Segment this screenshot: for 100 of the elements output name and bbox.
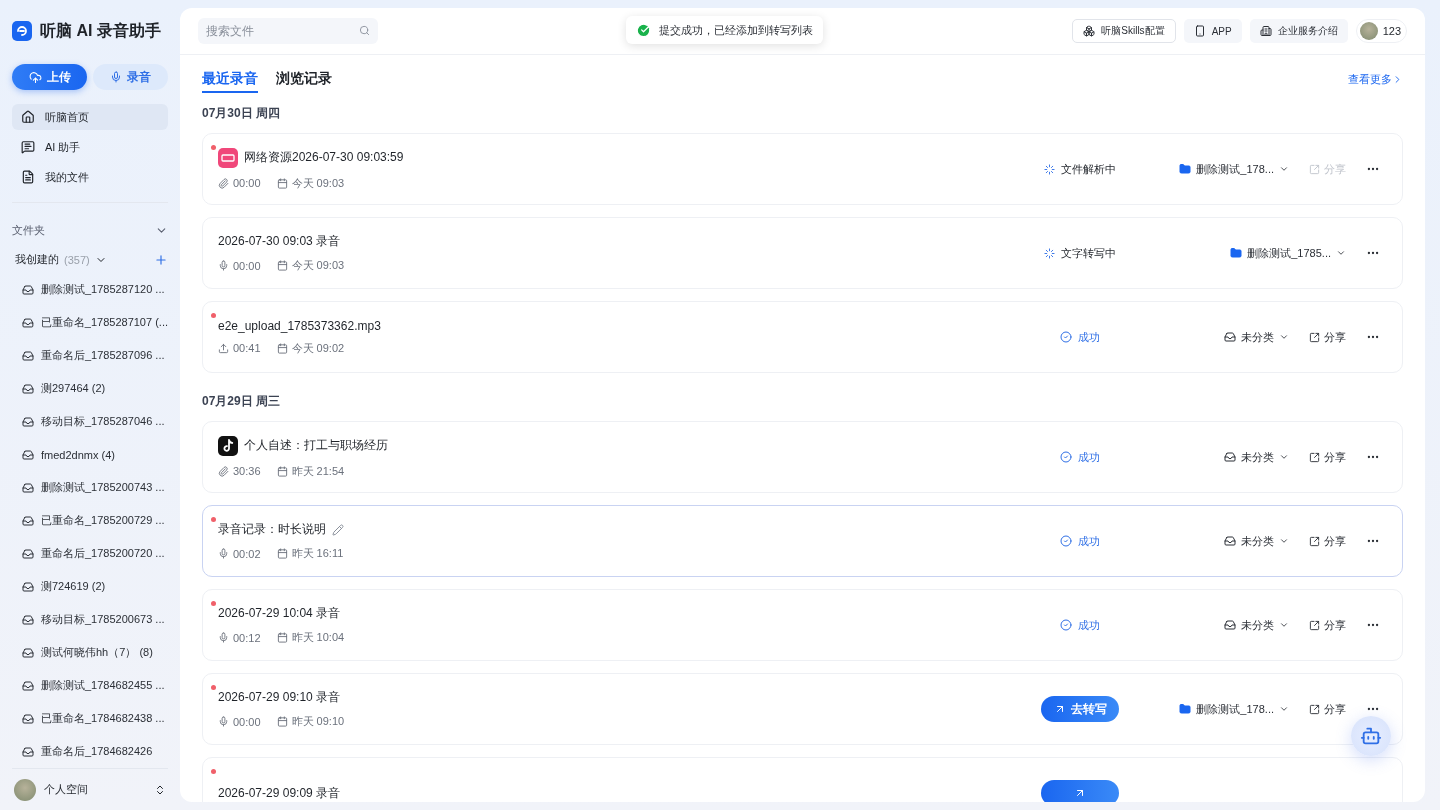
search-icon xyxy=(359,25,370,36)
header-button[interactable]: APP xyxy=(1183,19,1242,43)
folder-item[interactable]: 测试何晓伟hh（7） (8) xyxy=(12,636,168,669)
chevron-down-icon xyxy=(1279,164,1289,174)
nav-item[interactable]: 听脑首页 xyxy=(12,104,168,130)
share-button[interactable]: 分享 xyxy=(1309,533,1346,549)
folder-item[interactable]: 重命名后_1784682426 xyxy=(12,735,168,768)
status-text: 成功 xyxy=(1060,533,1100,549)
folder-select[interactable]: 删除测试_1785... xyxy=(1230,245,1346,261)
recording-card[interactable]: 录音记录：时长说明 00:02 昨天 16:11 成功 未分类 分享 xyxy=(202,505,1403,577)
recording-card[interactable]: 2026-07-29 10:04 录音 00:12 昨天 10:04 成功 未分类 分享 xyxy=(202,589,1403,661)
nav-item[interactable]: AI 助手 xyxy=(12,134,168,160)
folder-item[interactable]: fmed2dnmx (4) xyxy=(12,438,168,471)
view-more-link[interactable]: 查看更多 xyxy=(1348,71,1403,87)
recording-card[interactable]: 个人自述：打工与职场经历 30:36 昨天 21:54 成功 未分类 分享 xyxy=(202,421,1403,493)
robot-icon xyxy=(1360,725,1382,747)
upload-button[interactable]: 上传 xyxy=(12,64,87,90)
chevron-down-icon xyxy=(1279,704,1289,714)
share-icon xyxy=(1309,163,1320,175)
space-label[interactable]: 个人空间 xyxy=(44,782,88,797)
microphone-icon xyxy=(110,71,122,83)
share-button[interactable]: 分享 xyxy=(1309,449,1346,465)
folder-count: (357) xyxy=(64,253,90,266)
tray-icon xyxy=(22,646,34,659)
header-button[interactable]: 听脑Skills配置 xyxy=(1072,19,1176,43)
record-button[interactable]: 录音 xyxy=(93,64,168,90)
tray-icon xyxy=(1224,535,1236,547)
folder-item[interactable]: 删除测试_1785287120 ... xyxy=(12,273,168,306)
share-icon xyxy=(1309,703,1320,715)
share-button[interactable]: 分享 xyxy=(1309,701,1346,717)
tray-icon xyxy=(22,448,34,461)
tray-icon xyxy=(22,349,34,362)
folder-item[interactable]: 已重命名_1785287107 (... xyxy=(12,306,168,339)
folder-item[interactable]: 测297464 (2) xyxy=(12,372,168,405)
tray-icon xyxy=(22,712,34,725)
share-icon xyxy=(1309,535,1320,547)
tray-icon xyxy=(22,382,34,395)
recording-title: 2026-07-30 09:03 录音 xyxy=(218,233,341,250)
folder-icon xyxy=(1179,703,1192,715)
date-heading: 07月30日 周四 xyxy=(202,105,282,122)
chevrons-up-down-icon[interactable] xyxy=(154,783,166,796)
status-text: 成功 xyxy=(1060,329,1100,345)
created-time: 昨天 10:04 xyxy=(276,630,345,645)
microphone-icon xyxy=(218,548,229,559)
folder-item[interactable]: 删除测试_1784682455 ... xyxy=(12,669,168,702)
header-button[interactable]: 企业服务介绍 xyxy=(1249,19,1348,43)
folder-item[interactable]: 移动目标_1785200673 ... xyxy=(12,603,168,636)
folder-group-label[interactable]: 我创建的 xyxy=(15,252,59,267)
folder-select[interactable]: 未分类 xyxy=(1224,533,1289,549)
folder-select[interactable]: 删除测试_178... xyxy=(1179,161,1289,177)
folder-select[interactable]: 未分类 xyxy=(1224,617,1289,633)
duration: 00:02 xyxy=(218,547,261,560)
boxes-icon xyxy=(1083,25,1096,37)
chat-icon xyxy=(21,140,35,154)
tray-icon xyxy=(22,679,34,692)
status-text: 成功 xyxy=(1060,617,1100,633)
transcribe-button[interactable] xyxy=(1041,780,1119,802)
folder-select[interactable]: 删除测试_178... xyxy=(1179,701,1289,717)
chevron-down-icon xyxy=(1279,332,1289,342)
folder-item[interactable]: 移动目标_1785287046 ... xyxy=(12,405,168,438)
folder-select[interactable]: 未分类 xyxy=(1224,449,1289,465)
app-title: 听脑 AI 录音助手 xyxy=(40,20,161,41)
recording-card[interactable]: 2026-07-30 09:03 录音 00:00 今天 09:03 文字转写中 删除测试_1785... xyxy=(202,217,1403,289)
tab[interactable]: 浏览记录 xyxy=(276,65,332,93)
spinner-icon xyxy=(1044,163,1055,175)
folder-item[interactable]: 重命名后_1785200720 ... xyxy=(12,537,168,570)
calendar-icon xyxy=(276,465,288,477)
recording-title: 2026-07-29 09:09 录音 xyxy=(218,784,341,802)
tray-icon xyxy=(1224,331,1236,343)
assistant-fab[interactable] xyxy=(1351,716,1391,756)
recording-card[interactable]: 2026-07-29 09:09 录音 xyxy=(202,757,1403,802)
tray-icon xyxy=(1224,619,1236,631)
search-field[interactable]: 搜索文件 xyxy=(198,18,378,44)
chevron-down-icon xyxy=(1336,248,1346,258)
share-button[interactable]: 分享 xyxy=(1309,617,1346,633)
folder-item[interactable]: 删除测试_1785200743 ... xyxy=(12,471,168,504)
tab[interactable]: 最近录音 xyxy=(202,65,258,93)
pencil-icon[interactable] xyxy=(332,523,344,536)
tray-icon xyxy=(22,745,34,758)
recording-card[interactable]: e2e_upload_1785373362.mp3 00:41 今天 09:02 成功 未分类 分享 xyxy=(202,301,1403,373)
building-icon xyxy=(1259,25,1272,37)
nav-item[interactable]: 我的文件 xyxy=(12,164,168,190)
calendar-icon xyxy=(276,716,288,727)
chevron-down-icon xyxy=(1279,452,1289,462)
created-time: 昨天 16:11 xyxy=(276,546,344,561)
music-note-logo-icon xyxy=(218,435,238,456)
folder-item[interactable]: 已重命名_1785200729 ... xyxy=(12,504,168,537)
status-text: 成功 xyxy=(1060,449,1100,465)
home-icon xyxy=(21,110,35,124)
tray-icon xyxy=(22,580,34,593)
document-icon xyxy=(21,170,35,184)
folder-item[interactable]: 重命名后_1785287096 ... xyxy=(12,339,168,372)
transcribe-button[interactable]: 去转写 xyxy=(1041,696,1119,722)
folder-item[interactable]: 已重命名_1784682438 ... xyxy=(12,702,168,735)
calendar-icon xyxy=(276,548,288,559)
folder-item[interactable]: 测724619 (2) xyxy=(12,570,168,603)
share-button[interactable]: 分享 xyxy=(1309,329,1346,345)
tray-icon xyxy=(22,547,34,560)
toast-text: 提交成功，已经添加到转写列表 xyxy=(659,22,813,38)
folder-select[interactable]: 未分类 xyxy=(1224,329,1289,345)
